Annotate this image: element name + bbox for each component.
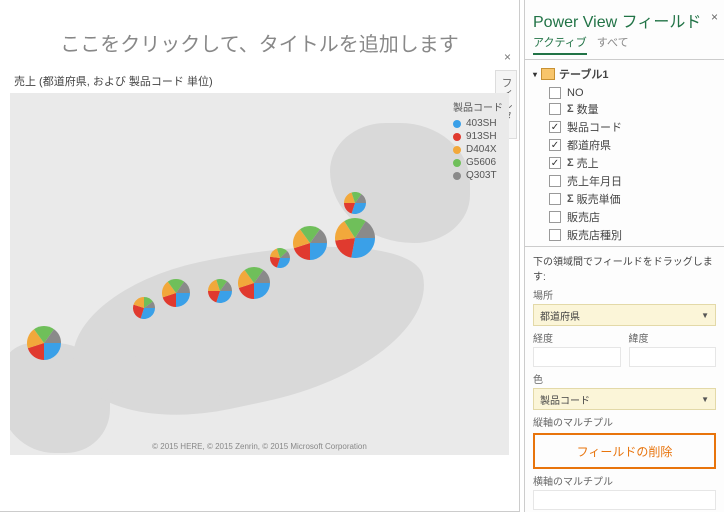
field-checkbox[interactable] bbox=[549, 87, 561, 99]
legend-item[interactable]: Q303T bbox=[453, 170, 503, 181]
zone-color[interactable]: 製品コード ▼ bbox=[533, 388, 716, 410]
layout-zones: 下の領域間でフィールドをドラッグします: 場所 都道府県 ▼ 経度 緯度 色 製… bbox=[525, 246, 724, 518]
field-label: 製品コード bbox=[567, 119, 622, 135]
sigma-icon: Σ bbox=[567, 157, 574, 169]
field-checkbox[interactable]: ✓ bbox=[549, 139, 561, 151]
table-header[interactable]: ▾ テーブル1 bbox=[533, 66, 716, 82]
field-checkbox[interactable] bbox=[549, 103, 561, 115]
field-label: 販売店種別 bbox=[567, 227, 622, 243]
sigma-icon: Σ bbox=[567, 103, 574, 115]
legend-item[interactable]: 913SH bbox=[453, 131, 503, 142]
field-row[interactable]: NO bbox=[533, 86, 716, 100]
field-row[interactable]: 販売店 bbox=[533, 208, 716, 226]
field-row[interactable]: Σ販売単価 bbox=[533, 190, 716, 208]
field-row[interactable]: ✓ 都道府県 bbox=[533, 136, 716, 154]
field-checkbox[interactable]: ✓ bbox=[549, 157, 561, 169]
tab-active[interactable]: アクティブ bbox=[533, 34, 587, 55]
field-label: 都道府県 bbox=[567, 137, 611, 153]
table-icon bbox=[541, 68, 555, 80]
legend-item[interactable]: D404X bbox=[453, 144, 503, 155]
field-row[interactable]: Σ数量 bbox=[533, 100, 716, 118]
field-list-panel: Power View フィールド × アクティブ すべて ▾ テーブル1 NOΣ… bbox=[524, 0, 724, 512]
zone-longitude-label: 経度 bbox=[533, 330, 621, 345]
report-canvas: ここをクリックして、タイトルを追加します × フィルター 売上 (都道府県, お… bbox=[0, 0, 520, 512]
zone-vmultiple-label: 縦軸のマルチプル bbox=[533, 414, 716, 429]
fields-section: ▾ テーブル1 NOΣ数量✓製品コード✓都道府県✓Σ売上売上年月日Σ販売単価販売… bbox=[525, 60, 724, 246]
zone-color-value: 製品コード bbox=[540, 392, 590, 407]
zone-latitude-label: 緯度 bbox=[629, 330, 717, 345]
field-checkbox[interactable] bbox=[549, 211, 561, 223]
legend-title: 製品コード bbox=[453, 99, 503, 114]
legend-swatch bbox=[453, 159, 461, 167]
map-pie[interactable] bbox=[293, 226, 327, 260]
field-label: 数量 bbox=[577, 101, 599, 117]
chevron-down-icon: ▼ bbox=[701, 395, 709, 404]
field-row[interactable]: 販売店種別 bbox=[533, 226, 716, 244]
legend-swatch bbox=[453, 120, 461, 128]
field-label: 売上年月日 bbox=[567, 173, 622, 189]
map-pie[interactable] bbox=[335, 218, 375, 258]
legend-swatch bbox=[453, 172, 461, 180]
zone-color-label: 色 bbox=[533, 371, 716, 386]
map-pie[interactable] bbox=[133, 297, 155, 319]
field-label: 販売単価 bbox=[577, 191, 621, 207]
tab-all[interactable]: すべて bbox=[597, 34, 629, 55]
zone-hmultiple-label: 横軸のマルチプル bbox=[533, 473, 716, 488]
field-row[interactable]: ✓ Σ売上 bbox=[533, 154, 716, 172]
field-label: 売上 bbox=[577, 155, 599, 171]
legend-label: 403SH bbox=[466, 118, 497, 129]
report-title-placeholder[interactable]: ここをクリックして、タイトルを追加します bbox=[0, 0, 519, 65]
legend: 製品コード 403SH 913SH D404X G5606 Q303T bbox=[453, 99, 503, 183]
legend-swatch bbox=[453, 146, 461, 154]
field-checkbox[interactable] bbox=[549, 229, 561, 241]
map-visual[interactable]: 製品コード 403SH 913SH D404X G5606 Q303T © 2015 H… bbox=[10, 93, 509, 455]
legend-label: G5606 bbox=[466, 157, 496, 168]
zone-latitude[interactable] bbox=[629, 347, 717, 367]
chart-subtitle: 売上 (都道府県, および 製品コード 単位) bbox=[0, 65, 519, 93]
field-checkbox[interactable]: ✓ bbox=[549, 121, 561, 133]
legend-label: Q303T bbox=[466, 170, 497, 181]
map-pie[interactable] bbox=[270, 248, 290, 268]
legend-item[interactable]: G5606 bbox=[453, 157, 503, 168]
field-row[interactable]: ✓ 製品コード bbox=[533, 118, 716, 136]
map-pie[interactable] bbox=[27, 326, 61, 360]
collapse-icon: ▾ bbox=[533, 70, 537, 79]
chevron-down-icon: ▼ bbox=[701, 311, 709, 320]
map-pie[interactable] bbox=[162, 279, 190, 307]
legend-label: D404X bbox=[466, 144, 497, 155]
panel-close-icon[interactable]: × bbox=[711, 10, 718, 24]
sigma-icon: Σ bbox=[567, 193, 574, 205]
close-icon[interactable]: × bbox=[504, 50, 511, 64]
field-checkbox[interactable] bbox=[549, 175, 561, 187]
map-pie[interactable] bbox=[344, 192, 366, 214]
field-row[interactable]: 売上年月日 bbox=[533, 172, 716, 190]
zone-hmultiple[interactable] bbox=[533, 490, 716, 510]
field-label: 販売店 bbox=[567, 209, 600, 225]
panel-title: Power View フィールド bbox=[525, 0, 724, 34]
field-label: NO bbox=[567, 87, 584, 99]
zone-location-value: 都道府県 bbox=[540, 308, 580, 323]
map-credits: © 2015 HERE, © 2015 Zenrin, © 2015 Micro… bbox=[152, 442, 367, 451]
panel-tabs: アクティブ すべて bbox=[525, 34, 724, 60]
zone-location-label: 場所 bbox=[533, 287, 716, 302]
legend-swatch bbox=[453, 133, 461, 141]
field-checkbox[interactable] bbox=[549, 193, 561, 205]
table-name: テーブル1 bbox=[559, 66, 608, 82]
legend-item[interactable]: 403SH bbox=[453, 118, 503, 129]
map-pie[interactable] bbox=[238, 267, 270, 299]
legend-label: 913SH bbox=[466, 131, 497, 142]
delete-field-button[interactable]: フィールドの削除 bbox=[533, 433, 716, 469]
zone-longitude[interactable] bbox=[533, 347, 621, 367]
map-pie[interactable] bbox=[208, 279, 232, 303]
zone-location[interactable]: 都道府県 ▼ bbox=[533, 304, 716, 326]
drag-hint: 下の領域間でフィールドをドラッグします: bbox=[533, 253, 716, 283]
